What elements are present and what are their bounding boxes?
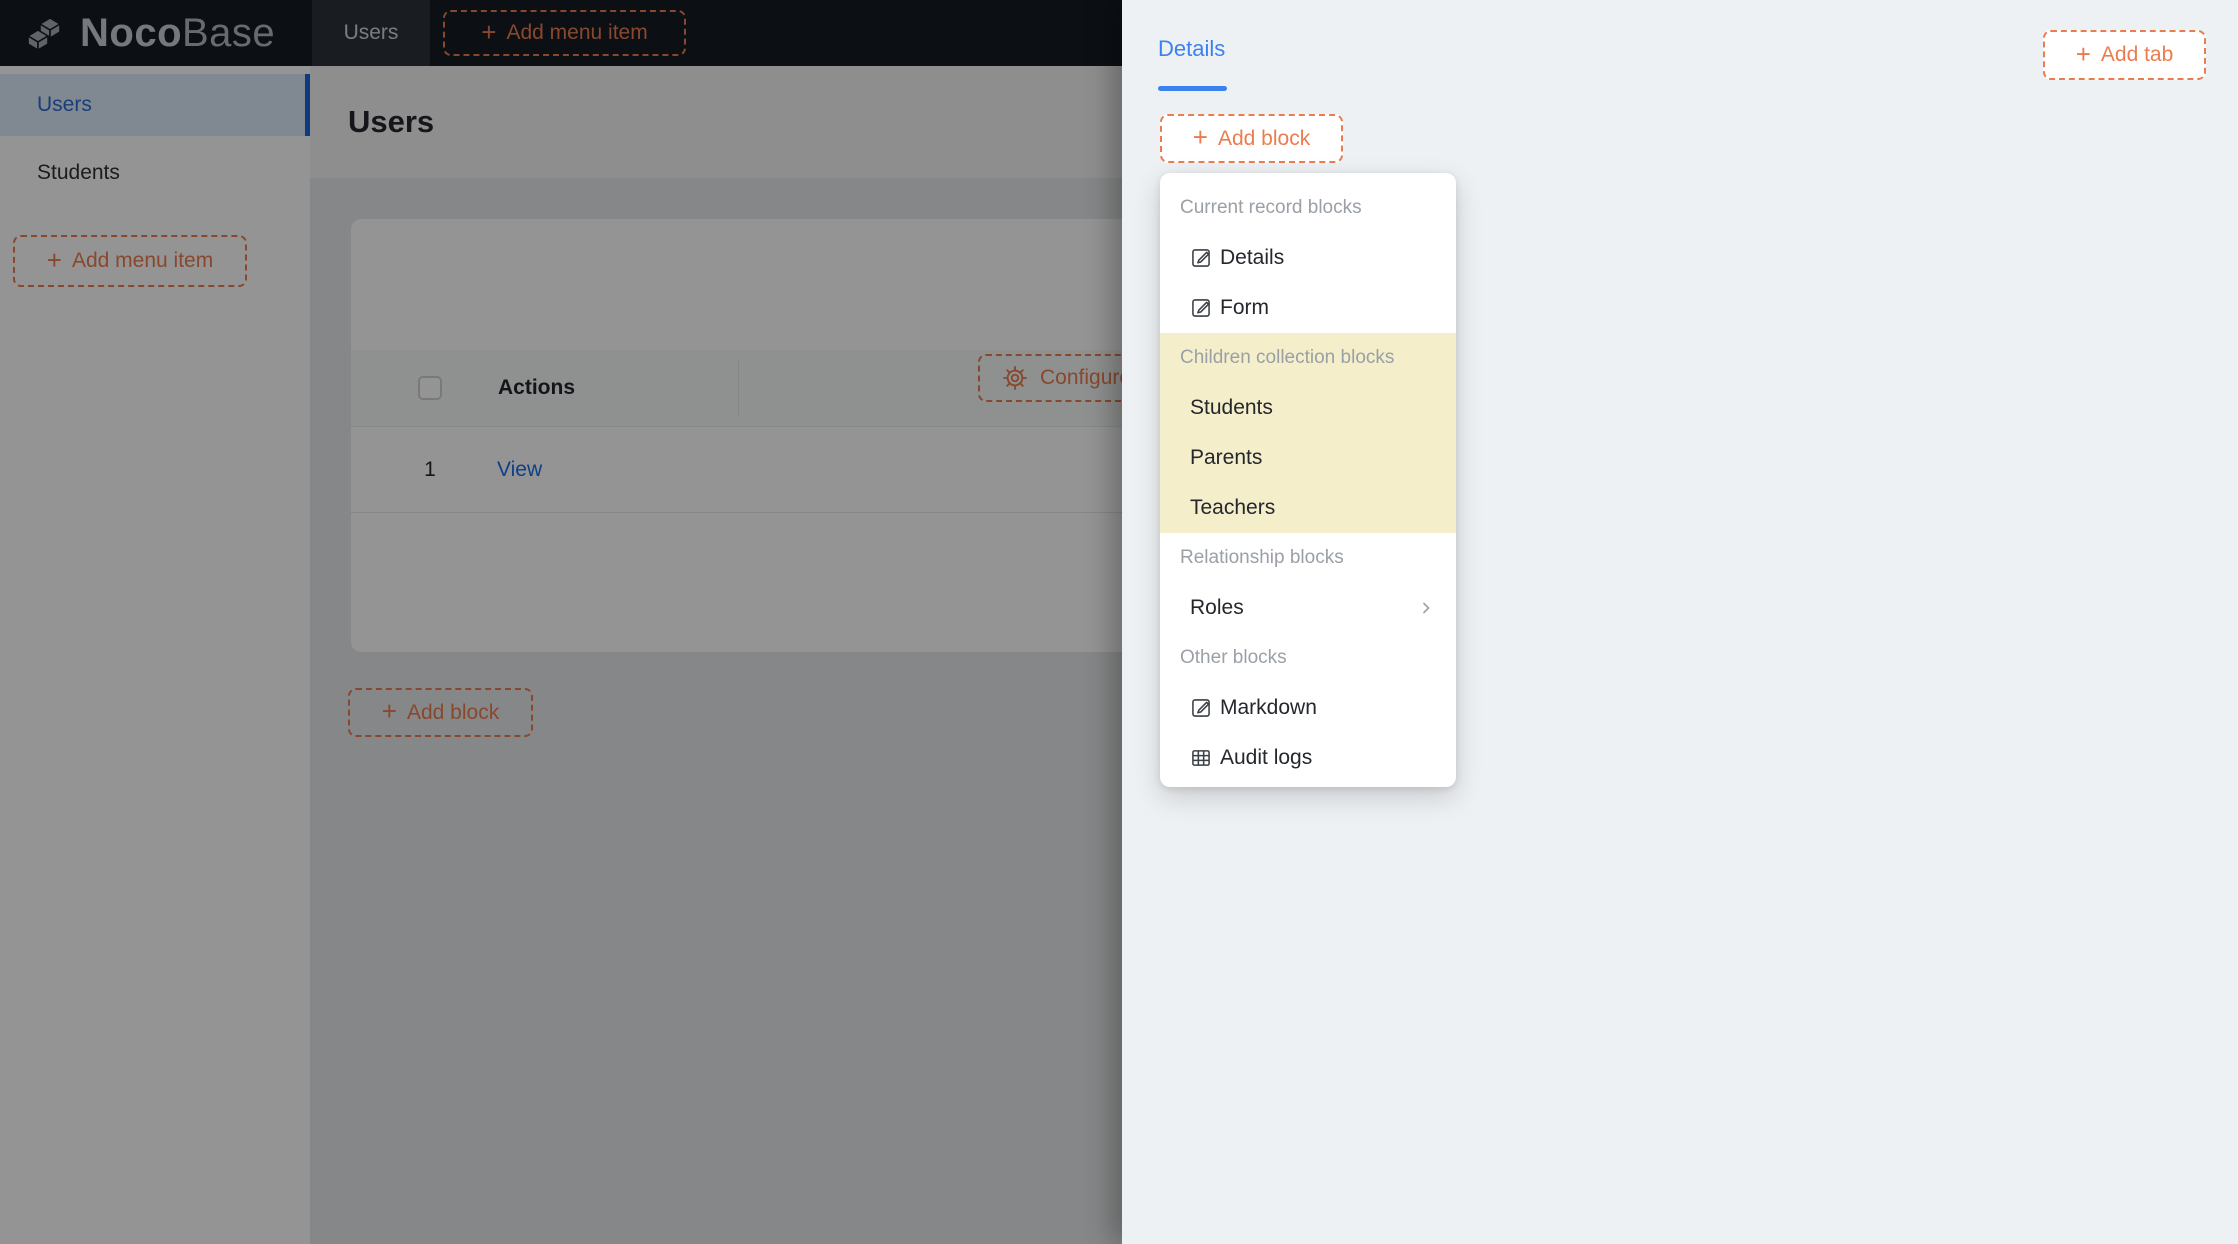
form-icon	[1190, 247, 1212, 269]
chevron-right-icon	[1416, 598, 1436, 618]
drawer-tab-details[interactable]: Details	[1158, 36, 1225, 62]
block-menu-item-audit-logs[interactable]: Audit logs	[1160, 733, 1456, 783]
active-tab-indicator	[1158, 86, 1227, 91]
record-drawer: Details + Add tab + Add block Current re…	[1122, 0, 2238, 1244]
table-icon	[1190, 747, 1212, 769]
block-menu-item-label: Parents	[1190, 446, 1262, 470]
block-menu-item-details[interactable]: Details	[1160, 233, 1456, 283]
add-tab-button[interactable]: + Add tab	[2043, 30, 2206, 80]
block-menu-item-parents[interactable]: Parents	[1160, 433, 1456, 483]
block-menu-item-label: Teachers	[1190, 496, 1275, 520]
form-icon	[1190, 297, 1212, 319]
highlighted-group: Children collection blocks Students Pare…	[1160, 333, 1456, 533]
drawer-tab-label: Details	[1158, 36, 1225, 61]
block-menu-item-students[interactable]: Students	[1160, 383, 1456, 433]
drawer-add-block-label: Add block	[1218, 127, 1310, 151]
form-icon	[1190, 697, 1212, 719]
add-block-menu: Current record blocks Details	[1160, 173, 1456, 787]
add-tab-label: Add tab	[2101, 43, 2173, 67]
block-menu-item-label: Form	[1220, 296, 1269, 320]
block-menu-item-markdown[interactable]: Markdown	[1160, 683, 1456, 733]
plus-icon: +	[2076, 41, 2091, 67]
block-menu-item-roles[interactable]: Roles	[1160, 583, 1456, 633]
block-menu-item-teachers[interactable]: Teachers	[1160, 483, 1456, 533]
block-menu-group-title: Children collection blocks	[1160, 333, 1456, 383]
block-menu-item-label: Students	[1190, 396, 1273, 420]
block-menu-group-title: Relationship blocks	[1160, 533, 1456, 583]
block-menu-item-label: Details	[1220, 246, 1284, 270]
drawer-add-block-button[interactable]: + Add block	[1160, 114, 1343, 163]
block-menu-group-title: Current record blocks	[1160, 183, 1456, 233]
block-menu-item-label: Audit logs	[1220, 746, 1312, 770]
block-menu-item-label: Markdown	[1220, 696, 1317, 720]
block-menu-group-title: Other blocks	[1160, 633, 1456, 683]
block-menu-item-form[interactable]: Form	[1160, 283, 1456, 333]
block-menu-item-label: Roles	[1190, 596, 1244, 620]
plus-icon: +	[1193, 124, 1208, 150]
app-screen: NocoBase Users + Add menu item Users Stu…	[0, 0, 2238, 1244]
